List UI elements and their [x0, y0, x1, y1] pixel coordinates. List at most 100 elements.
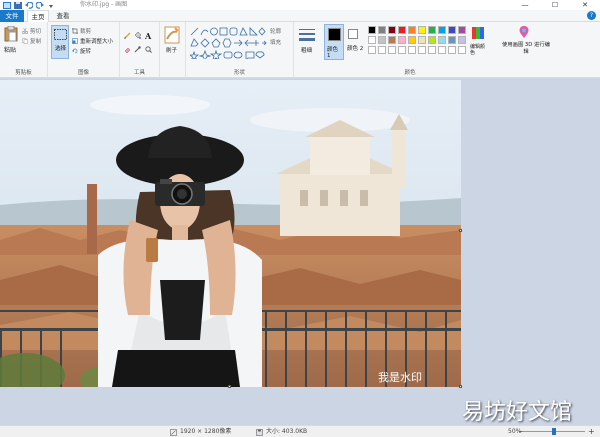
palette-swatch[interactable] [368, 46, 376, 54]
paint-app-icon [3, 1, 11, 9]
image-size-icon [170, 428, 177, 436]
outline-label: 轮廓 [270, 29, 282, 35]
copy-icon [22, 38, 28, 44]
filesize-text: 大小: 403.0KB [266, 428, 308, 435]
palette-swatch[interactable] [368, 36, 376, 44]
palette-swatch[interactable] [428, 26, 436, 34]
brushes-group[interactable]: 刷子 [160, 22, 186, 78]
color1-selector[interactable]: 颜色 1 [324, 24, 344, 60]
palette-swatch[interactable] [398, 36, 406, 44]
palette-swatch[interactable] [438, 26, 446, 34]
palette-swatch[interactable] [408, 26, 416, 34]
pencil-icon[interactable] [124, 32, 131, 39]
palette-swatch[interactable] [398, 46, 406, 54]
line-width-icon [299, 29, 315, 41]
palette-swatch[interactable] [438, 46, 446, 54]
palette-swatch[interactable] [438, 36, 446, 44]
palette-swatch[interactable] [388, 26, 396, 34]
paste-icon[interactable] [4, 26, 18, 42]
ribbon-tab-bar: 文件 主页 查看 ? [0, 10, 600, 23]
color2-selector[interactable]: 颜色 2 [346, 24, 364, 60]
eraser-icon[interactable] [124, 46, 131, 53]
close-button[interactable]: ✕ [570, 0, 600, 10]
palette-swatch[interactable] [418, 26, 426, 34]
color1-label: 颜色 1 [327, 47, 339, 59]
rotate-button[interactable]: 旋转 [72, 47, 91, 55]
palette-swatch[interactable] [388, 46, 396, 54]
palette-swatch[interactable] [378, 46, 386, 54]
palette-swatch[interactable] [448, 46, 456, 54]
minimize-button[interactable]: — [510, 0, 540, 10]
palette-swatch[interactable] [458, 36, 466, 44]
help-icon[interactable]: ? [587, 11, 596, 20]
palette-swatch[interactable] [458, 26, 466, 34]
canvas-work-area[interactable]: 我是水印 [0, 78, 600, 425]
canvas-resize-handle-corner[interactable] [459, 385, 462, 388]
size-group[interactable]: 粗细 [294, 22, 320, 78]
palette-swatch[interactable] [418, 36, 426, 44]
select-label: 选择 [55, 46, 67, 52]
paste-label[interactable]: 粘贴 [4, 45, 16, 54]
edit-colors-label[interactable]: 编辑颜色 [470, 44, 486, 56]
palette-swatch[interactable] [448, 26, 456, 34]
palette-swatch[interactable] [428, 46, 436, 54]
palette-swatch[interactable] [378, 36, 386, 44]
cut-button[interactable]: 剪切 [22, 27, 41, 35]
palette-swatch[interactable] [388, 36, 396, 44]
customize-toolbar-icon[interactable] [47, 2, 55, 9]
text-tool-icon[interactable]: A [145, 31, 151, 41]
tab-file[interactable]: 文件 [0, 10, 24, 22]
dimensions-status: 1920 × 1280像素 [170, 426, 231, 437]
image-group-label: 图像 [77, 70, 89, 76]
filesize-status: 大小: 403.0KB [256, 426, 307, 437]
select-button[interactable]: 选择 [51, 25, 69, 59]
palette-swatch[interactable] [428, 36, 436, 44]
palette-swatch[interactable] [378, 26, 386, 34]
tab-view[interactable]: 查看 [52, 10, 74, 22]
fill-dropdown[interactable]: 填充 [270, 38, 281, 46]
magnifier-icon[interactable] [145, 46, 152, 53]
status-bar: 1920 × 1280像素 大小: 403.0KB 50% − + [0, 425, 600, 437]
crop-button[interactable]: 裁剪 [72, 27, 91, 35]
resize-icon [72, 38, 78, 44]
brush-icon [164, 26, 180, 44]
undo-icon[interactable] [25, 1, 33, 9]
palette-swatch[interactable] [408, 36, 416, 44]
maximize-button[interactable]: ☐ [540, 0, 570, 10]
fill-bucket-icon[interactable] [134, 32, 141, 39]
cut-label: 剪切 [30, 29, 42, 35]
color-picker-icon[interactable] [134, 46, 141, 53]
palette-swatch[interactable] [448, 36, 456, 44]
copy-button[interactable]: 复制 [22, 37, 41, 45]
redo-icon[interactable] [36, 1, 44, 9]
palette-swatch[interactable] [398, 26, 406, 34]
resize-label: 重新调整大小 [80, 39, 114, 45]
paint3d-group[interactable]: 使用画图 3D 进行编辑 [500, 22, 552, 78]
colors-group-label: 颜色 [404, 70, 416, 76]
zoom-slider[interactable] [523, 428, 585, 435]
paint3d-icon [519, 26, 529, 38]
palette-swatch[interactable] [408, 46, 416, 54]
edit-colors-icon[interactable] [472, 27, 484, 39]
zoom-in-button[interactable]: + [588, 426, 595, 437]
zoom-slider-thumb[interactable] [552, 428, 556, 435]
palette-swatch[interactable] [418, 46, 426, 54]
outline-dropdown[interactable]: 轮廓 [270, 27, 281, 35]
palette-swatch[interactable] [458, 46, 466, 54]
clipboard-group-label: 剪贴板 [15, 70, 32, 76]
canvas-resize-handle-bottom[interactable] [228, 385, 231, 388]
save-icon[interactable] [14, 1, 22, 9]
paint3d-label: 使用画图 3D 进行编辑 [502, 42, 550, 55]
shapes-gallery[interactable] [190, 27, 270, 59]
color1-swatch [328, 28, 341, 41]
clipboard-group: 粘贴 剪切 复制 剪贴板 [0, 22, 48, 78]
shapes-group-label: 形状 [233, 70, 245, 76]
rotate-label: 旋转 [80, 49, 92, 55]
palette-swatch[interactable] [368, 26, 376, 34]
canvas-resize-handle-right[interactable] [459, 229, 462, 232]
select-icon [54, 29, 67, 40]
image-canvas[interactable]: 我是水印 [0, 80, 461, 387]
copy-label: 复制 [30, 39, 42, 45]
resize-button[interactable]: 重新调整大小 [72, 37, 113, 45]
tools-group: A 工具 [120, 22, 160, 78]
